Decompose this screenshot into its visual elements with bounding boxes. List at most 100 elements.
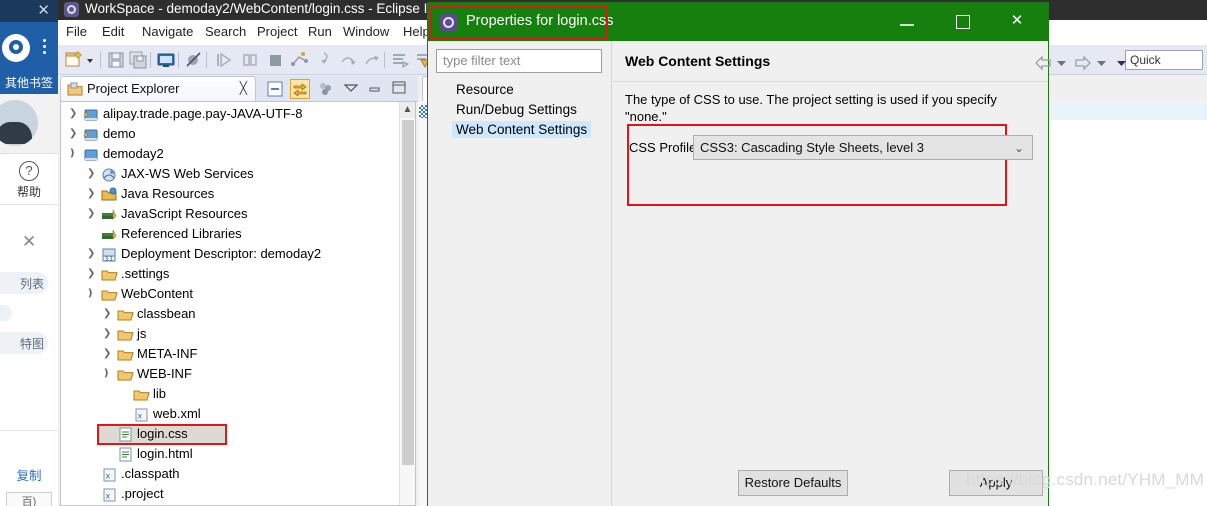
pause-icon[interactable] (240, 50, 260, 70)
tab-project-explorer[interactable]: Project Explorer ╳ (60, 76, 256, 102)
close-icon[interactable]: ✕ (37, 3, 50, 18)
minimize-icon[interactable] (368, 83, 382, 93)
chevron-down-icon[interactable]: ❫ (102, 368, 112, 382)
filter-input[interactable]: type filter text (436, 49, 602, 73)
menu-help[interactable]: Help (403, 24, 430, 39)
tree-item-login-css[interactable]: login.css (61, 424, 401, 445)
tree-item-java-resources[interactable]: ❯ Java Resources (61, 185, 401, 205)
kebab-menu-icon[interactable] (43, 36, 46, 57)
forward-dropdown-icon[interactable] (1096, 59, 1107, 68)
menu-window[interactable]: Window (343, 24, 389, 39)
link-with-editor-icon[interactable] (290, 79, 310, 99)
chevron-right-icon[interactable]: ❯ (69, 128, 79, 142)
terminate-icon[interactable] (266, 50, 286, 70)
feature-pill[interactable]: 特图 (0, 332, 48, 354)
new-dropdown-icon[interactable] (84, 50, 96, 70)
tree-item-referenced-libraries[interactable]: Referenced Libraries (61, 225, 401, 245)
collapse-all-icon[interactable] (266, 80, 284, 98)
close-icon[interactable]: ✕ (994, 11, 1040, 33)
svg-text:3.1: 3.1 (105, 257, 113, 263)
tree-item-meta-inf[interactable]: ❯ META-INF (61, 345, 401, 365)
restore-defaults-button[interactable]: Restore Defaults (738, 470, 848, 496)
chevron-right-icon[interactable]: ❯ (87, 168, 97, 182)
chevron-down-icon[interactable]: ⌄ (1014, 141, 1024, 155)
filters-icon[interactable] (318, 81, 334, 97)
svg-text:x: x (138, 412, 143, 421)
tree-item-classbean[interactable]: ❯ classbean (61, 305, 401, 325)
tree-item-alipay[interactable]: ❯ alipay.trade.page.pay-JAVA-UTF-8 (61, 105, 401, 125)
chevron-right-icon[interactable]: ❯ (87, 248, 97, 262)
tree-item-settings[interactable]: ❯ .settings (61, 265, 401, 285)
tree-item-web-inf[interactable]: ❫ WEB-INF (61, 365, 401, 385)
save-all-icon[interactable] (128, 50, 148, 70)
tree-item-deployment-descriptor[interactable]: ❯ 3.1 Deployment Descriptor: demoday2 (61, 245, 401, 265)
list-pill-label: 列表 (19, 277, 44, 291)
tree-item-javascript-resources[interactable]: ❯ JavaScript Resources (61, 205, 401, 225)
external-tools-icon[interactable] (390, 50, 410, 70)
chevron-down-icon[interactable]: ❫ (68, 148, 78, 162)
scroll-up-icon[interactable]: ▲ (400, 102, 415, 118)
tree-item-webcontent[interactable]: ❫ WebContent (61, 285, 401, 305)
menu-project[interactable]: Project (257, 24, 297, 39)
project-explorer-tree[interactable]: ❯ alipay.trade.page.pay-JAVA-UTF-8 ❯ dem… (60, 101, 416, 506)
bookmarks-label[interactable]: 其他书签 (0, 74, 58, 91)
menu-navigate[interactable]: Navigate (142, 24, 193, 39)
back-dropdown-icon[interactable] (1056, 59, 1067, 68)
minimize-icon[interactable] (884, 11, 930, 33)
step-into-icon[interactable] (314, 50, 334, 70)
forward-arrow-icon[interactable] (1074, 55, 1092, 71)
xml-file-icon: x (101, 487, 118, 503)
view-menu-icon[interactable] (344, 83, 358, 93)
css-profile-select[interactable]: CSS3: Cascading Style Sheets, level 3 ⌄ (693, 135, 1033, 160)
menu-file[interactable]: File (66, 24, 87, 39)
close-panel-icon[interactable]: ✕ (22, 232, 36, 252)
chevron-right-icon[interactable]: ❯ (87, 188, 97, 202)
tab-project-explorer-label: Project Explorer (87, 81, 180, 96)
tree-item-demo[interactable]: ❯ demo (61, 125, 401, 145)
menu-search[interactable]: Search (205, 24, 246, 39)
skip-breakpoints-icon[interactable] (184, 50, 204, 70)
copy-link[interactable]: 复制 (0, 465, 58, 484)
nav-item-web-content-settings[interactable]: Web Content Settings (452, 121, 592, 138)
close-tab-icon[interactable]: ╳ (240, 81, 247, 95)
menu-edit[interactable]: Edit (102, 24, 124, 39)
tree-item-login-html[interactable]: login.html (61, 445, 401, 465)
quick-access-input[interactable]: Quick (1125, 50, 1203, 70)
tree-item-label: demo (103, 126, 136, 141)
chevron-right-icon[interactable]: ❯ (103, 308, 113, 322)
chevron-right-icon[interactable]: ❯ (69, 108, 79, 122)
tree-item-lib[interactable]: lib (61, 385, 401, 405)
tree-item-jaxws[interactable]: ❯ JAX-WS Web Services (61, 165, 401, 185)
menu-run[interactable]: Run (308, 24, 332, 39)
help-button[interactable]: ? 帮助 (0, 155, 58, 205)
tree-item-js[interactable]: ❯ js (61, 325, 401, 345)
list-pill[interactable]: 列表 (0, 272, 48, 294)
tree-item-classpath[interactable]: x .classpath (61, 465, 401, 485)
chevron-down-icon[interactable]: ❫ (86, 288, 96, 302)
view-menu-icon[interactable] (1116, 59, 1127, 68)
save-icon[interactable] (106, 50, 126, 70)
chevron-right-icon[interactable]: ❯ (103, 328, 113, 342)
avatar[interactable] (2, 34, 30, 62)
scrollbar-thumb[interactable] (402, 120, 414, 465)
step-filters-icon[interactable] (290, 50, 310, 70)
chevron-right-icon[interactable]: ❯ (87, 268, 97, 282)
tree-item-demoday2[interactable]: ❫ demoday2 (61, 145, 401, 165)
nav-item-run-debug-settings[interactable]: Run/Debug Settings (452, 101, 581, 118)
chevron-right-icon[interactable]: ❯ (87, 208, 97, 222)
folder-icon (117, 347, 134, 363)
open-console-icon[interactable] (156, 50, 176, 70)
maximize-icon[interactable] (392, 81, 406, 95)
new-wizard-icon[interactable] (64, 50, 84, 70)
chevron-right-icon[interactable]: ❯ (103, 348, 113, 362)
maximize-icon[interactable] (940, 11, 986, 33)
tree-item-web-xml[interactable]: x web.xml (61, 405, 401, 425)
css-profile-label: CSS Profile: (629, 140, 700, 155)
nav-item-resource[interactable]: Resource (452, 81, 518, 98)
tree-item-project[interactable]: x .project (61, 485, 401, 505)
step-return-icon[interactable] (362, 50, 382, 70)
back-arrow-icon[interactable] (1034, 55, 1052, 71)
project-explorer-scrollbar[interactable]: ▲ (399, 102, 415, 505)
run-icon[interactable] (214, 50, 234, 70)
step-over-icon[interactable] (338, 50, 358, 70)
